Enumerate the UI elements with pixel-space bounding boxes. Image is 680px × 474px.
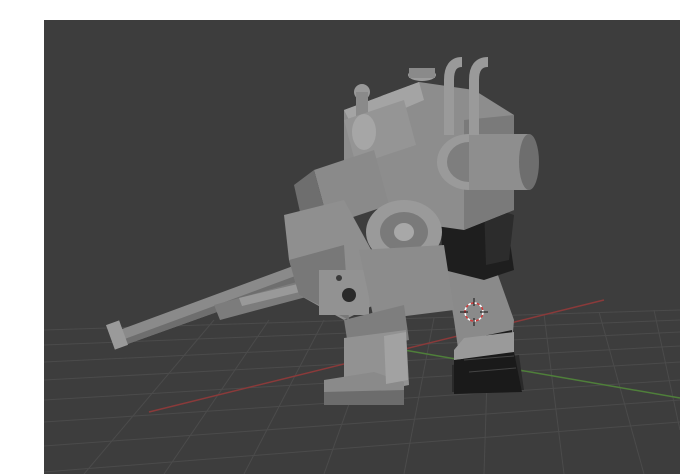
screenshot-frame (0, 0, 680, 474)
3d-viewport[interactable] (44, 20, 680, 474)
viewport-scene[interactable] (44, 20, 680, 474)
rear-foot (454, 332, 522, 394)
